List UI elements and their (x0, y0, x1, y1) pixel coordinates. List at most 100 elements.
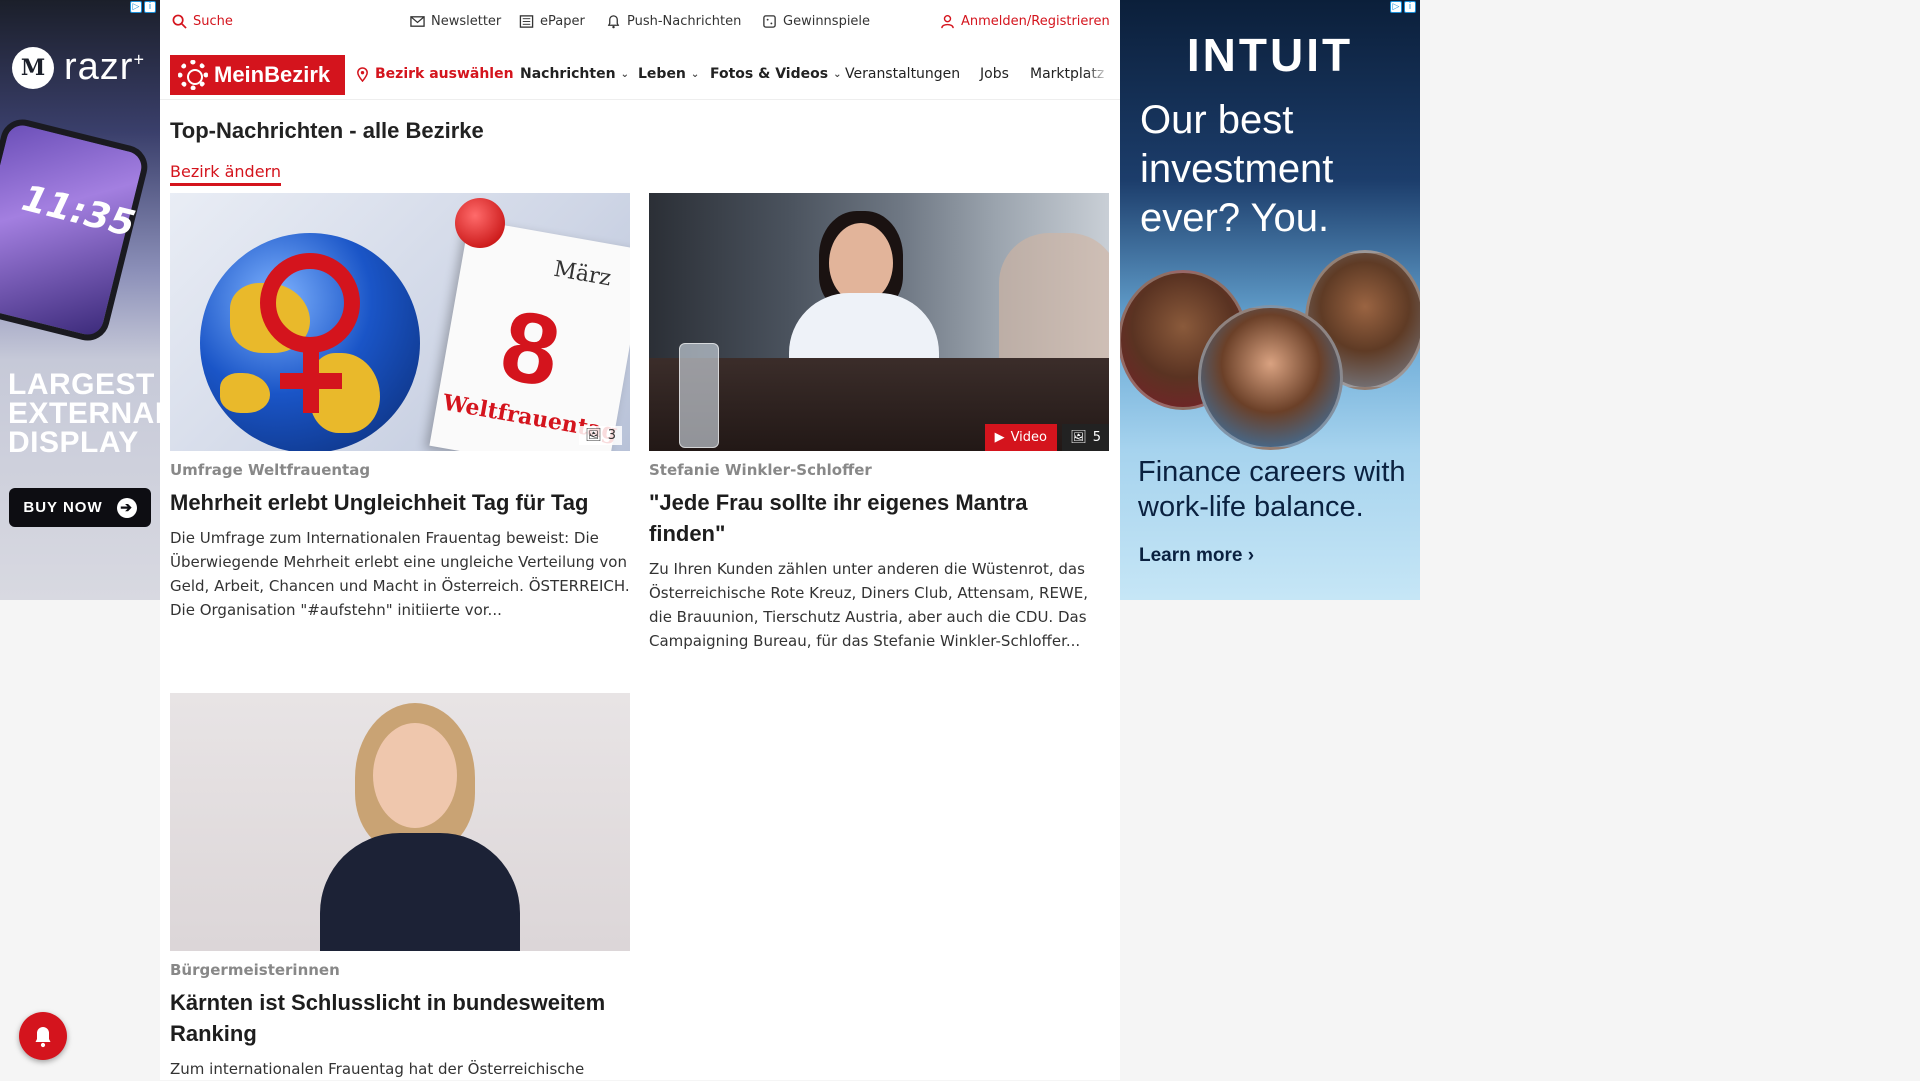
phone-image: 11:35 (0, 114, 152, 346)
photo-count: 3 (607, 428, 616, 443)
right-ad-subline-line: work-life balance. (1138, 491, 1364, 523)
buy-now-button[interactable]: BUY NOW ➔ (9, 488, 151, 527)
nav-item-label: Veranstaltungen (845, 66, 961, 82)
push-notifications-link[interactable]: Push-Nachrichten (606, 14, 741, 29)
nav-item-leben[interactable]: Leben ⌄ (638, 66, 699, 82)
main-column: Suche Newsletter ePaper Push-Nachrichten… (160, 0, 1120, 1080)
intuit-logo: INTUIT (1186, 29, 1354, 81)
chevron-down-icon: ⌄ (620, 68, 629, 80)
article-image[interactable] (170, 693, 630, 951)
article-title[interactable]: Mehrheit erlebt Ungleichheit Tag für Tag (170, 487, 630, 518)
search-link[interactable]: Suche (172, 14, 233, 29)
logo-text: MeinBezirk (214, 62, 331, 87)
nav-item-veranstaltungen[interactable]: Veranstaltungen (845, 66, 960, 82)
page-title: Top-Nachrichten - alle Bezirke (170, 118, 484, 143)
venus-symbol-icon (260, 253, 360, 353)
left-ad-headline-line: EXTERNAL (8, 397, 160, 430)
gewinnspiele-label: Gewinnspiele (783, 14, 871, 29)
login-link[interactable]: Anmelden/Registrieren (940, 14, 1110, 29)
calendar-graphic: März 8 Weltfrauentag (429, 219, 630, 451)
nav-item-nachrichten[interactable]: Nachrichten ⌄ (520, 66, 629, 82)
top-utility-bar: Suche Newsletter ePaper Push-Nachrichten… (160, 0, 1120, 46)
article-card[interactable]: ▶ Video 🖼 5 Stefanie Winkler-Schloffer "… (649, 193, 1109, 653)
article-teaser: Zum internationalen Frauentag hat der Ös… (170, 1060, 585, 1078)
epaper-label: ePaper (540, 14, 585, 29)
article-title[interactable]: Kärnten ist Schlusslicht in bundesweitem… (170, 987, 630, 1049)
calendar-day: 8 (493, 288, 568, 409)
search-label: Suche (193, 14, 233, 29)
login-label: Anmelden/Registrieren (961, 14, 1110, 29)
adchoices-icon[interactable]: ▷ i (1390, 1, 1418, 15)
video-label: Video (1010, 430, 1047, 445)
article-kicker: Umfrage Weltfrauentag (170, 461, 371, 479)
district-select[interactable]: Bezirk auswählen (355, 66, 514, 82)
main-navigation: MeinBezirk Bezirk auswählen Nachrichten ⌄… (160, 46, 1120, 100)
nav-item-marktplatz[interactable]: Marktplatz (1030, 66, 1110, 82)
gift-icon (763, 15, 776, 28)
epaper-link[interactable]: ePaper (519, 14, 585, 29)
article-card[interactable]: März 8 Weltfrauentag 🖼 3 Umfrage Weltfra… (170, 193, 630, 622)
article-image[interactable]: ▶ Video 🖼 5 (649, 193, 1109, 451)
photo-count-badge: 🖼 3 (579, 426, 622, 445)
adchoices-icon[interactable]: ▷ i (130, 1, 158, 15)
photo-count: 5 (1092, 430, 1101, 445)
nav-item-label: Leben (638, 66, 686, 82)
article-kicker: Bürgermeisterinnen (170, 961, 340, 979)
article-card[interactable]: Bürgermeisterinnen Kärnten ist Schlussli… (170, 693, 630, 1081)
right-ad-headline-line: investment (1140, 147, 1334, 191)
left-ad-headline-line: LARGEST (8, 368, 155, 401)
article-kicker: Stefanie Winkler-Schloffer (649, 461, 872, 479)
nav-item-fotos-videos[interactable]: Fotos & Videos ⌄ (710, 66, 841, 82)
mail-icon (410, 16, 425, 27)
pushpin-icon (455, 198, 505, 248)
carafe-graphic (679, 343, 719, 448)
newspaper-icon (519, 15, 534, 28)
right-ad-headline-line: ever? You. (1140, 196, 1330, 240)
change-district-link[interactable]: Bezirk ändern (170, 162, 281, 186)
search-icon (172, 14, 187, 29)
left-ad-banner[interactable]: ▷ i M razr+ 11:35 LARGEST EXTERNAL DISPLA… (0, 0, 160, 600)
nav-item-jobs[interactable]: Jobs (980, 66, 1009, 82)
left-ad-headline: LARGEST EXTERNAL DISPLAY (8, 368, 160, 459)
right-ad-headline-line: Our best (1140, 98, 1294, 142)
video-badge: ▶ Video (984, 424, 1057, 451)
razr-logo: M razr+ (12, 46, 145, 89)
razr-brand-sup: + (133, 49, 145, 70)
left-ad-headline-line: DISPLAY (8, 426, 139, 459)
calendar-month: März (551, 256, 613, 292)
buy-now-label: BUY NOW (23, 499, 103, 516)
nav-item-label: Fotos & Videos (710, 66, 829, 82)
photo-icon: 🖼 (585, 428, 602, 443)
meinbezirk-logo[interactable]: MeinBezirk (170, 55, 345, 95)
play-icon: ▶ (994, 430, 1005, 445)
person-photo (1198, 305, 1343, 450)
right-ad-subline: Finance careers with work-life balance. (1138, 455, 1406, 525)
location-pin-icon (357, 66, 368, 82)
bell-icon (607, 15, 620, 29)
right-ad-banner[interactable]: ▷ i INTUIT Our best investment ever? You.… (1120, 0, 1420, 600)
photo-icon: 🖼 (1070, 430, 1087, 445)
arrow-right-icon: ➔ (116, 497, 137, 518)
article-title[interactable]: "Jede Frau sollte ihr eigenes Mantra fin… (649, 487, 1109, 549)
photo-count-badge: 🖼 5 (1062, 424, 1109, 451)
newsletter-link[interactable]: Newsletter (410, 14, 501, 29)
notification-bell-button[interactable] (19, 1012, 67, 1060)
phone-time: 11:35 (17, 177, 139, 246)
article-teaser: Die Umfrage zum Internationalen Frauenta… (170, 529, 630, 619)
right-ad-subline-line: Finance careers with (1138, 456, 1406, 488)
learn-more-link[interactable]: Learn more › (1139, 545, 1254, 567)
logo-gear-icon (178, 60, 208, 90)
gewinnspiele-link[interactable]: Gewinnspiele (762, 14, 870, 29)
razr-brand: razr (64, 46, 134, 88)
bell-icon (35, 1027, 51, 1048)
article-image[interactable]: März 8 Weltfrauentag 🖼 3 (170, 193, 630, 451)
nav-item-label: Marktplatz (1030, 66, 1105, 82)
nav-item-label: Nachrichten (520, 66, 616, 82)
nav-item-label: Jobs (980, 66, 1009, 82)
article-teaser: Zu Ihren Kunden zählen unter anderen die… (649, 560, 1089, 650)
newsletter-label: Newsletter (431, 14, 502, 29)
chevron-down-icon: ⌄ (833, 68, 842, 80)
user-icon (941, 14, 954, 29)
district-label: Bezirk auswählen (375, 66, 514, 82)
motorola-logo-icon: M (12, 46, 54, 89)
